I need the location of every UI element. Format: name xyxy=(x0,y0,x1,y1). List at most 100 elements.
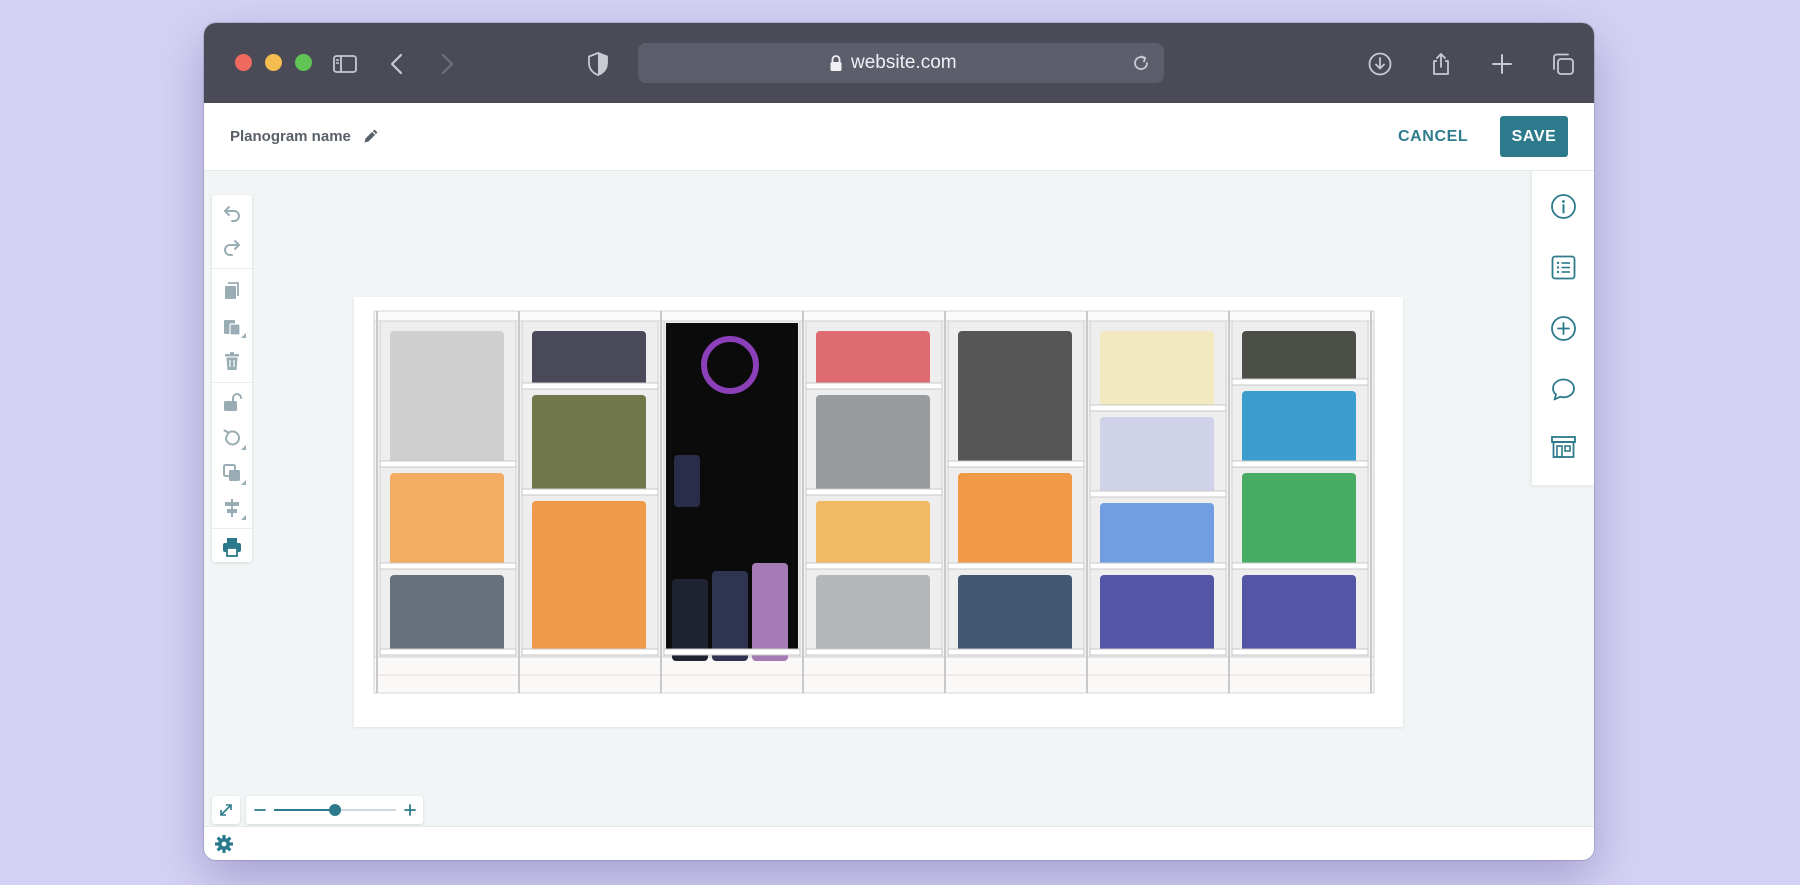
delete-icon[interactable] xyxy=(221,350,243,372)
sidebar-toggle-icon[interactable] xyxy=(332,51,358,77)
info-icon[interactable] xyxy=(1550,193,1577,220)
shelf-board xyxy=(1231,562,1369,570)
list-icon[interactable] xyxy=(1550,254,1577,281)
copy-icon[interactable] xyxy=(221,280,243,302)
rotate-icon[interactable] xyxy=(221,427,246,450)
comment-icon[interactable] xyxy=(1550,376,1577,403)
zoom-slider-track[interactable] xyxy=(274,804,396,816)
undo-icon[interactable] xyxy=(221,202,243,224)
shelf-board xyxy=(379,562,517,570)
planogram-canvas[interactable] xyxy=(354,297,1403,727)
zoom-slider-fill xyxy=(274,809,335,811)
product-group xyxy=(1242,331,1356,383)
shelf-board xyxy=(521,382,659,390)
right-side-panel xyxy=(1532,171,1594,485)
unlock-icon[interactable] xyxy=(221,392,243,414)
shelf-board xyxy=(663,648,801,656)
product-group xyxy=(816,331,930,387)
print-icon[interactable] xyxy=(221,536,243,558)
fixture-header xyxy=(373,310,1375,322)
forward-icon[interactable] xyxy=(433,51,459,77)
close-window-button[interactable] xyxy=(235,54,252,71)
store-icon[interactable] xyxy=(1550,433,1577,460)
shelf-board xyxy=(805,488,943,496)
tab-overview-icon[interactable] xyxy=(1550,51,1576,77)
planogram-drawing[interactable] xyxy=(354,297,1403,727)
product-group xyxy=(390,331,504,465)
redo-icon[interactable] xyxy=(221,236,243,258)
product-group xyxy=(958,331,1072,465)
shelf-board xyxy=(521,648,659,656)
zoom-slider-handle[interactable] xyxy=(329,804,341,816)
gear-icon[interactable] xyxy=(214,834,234,854)
shelf-board xyxy=(947,648,1085,656)
status-bar xyxy=(204,826,1594,860)
expand-icon xyxy=(220,804,232,816)
product-group xyxy=(532,331,646,387)
address-bar[interactable]: website.com xyxy=(638,43,1164,83)
toolbar-divider xyxy=(212,382,252,383)
toolbar-divider xyxy=(212,268,252,269)
share-icon[interactable] xyxy=(1428,51,1454,77)
shelf-board xyxy=(1089,404,1227,412)
shelf-board xyxy=(1231,648,1369,656)
product-group xyxy=(1100,331,1214,409)
edit-toolbar xyxy=(212,195,252,562)
product-group xyxy=(1100,503,1214,567)
product-group xyxy=(1100,575,1214,653)
zoom-out-icon[interactable] xyxy=(252,802,268,818)
save-button[interactable]: SAVE xyxy=(1500,116,1568,157)
shelf-board xyxy=(947,460,1085,468)
add-circle-icon[interactable] xyxy=(1550,315,1577,342)
shelf-board xyxy=(1089,562,1227,570)
url-text: website.com xyxy=(851,52,957,73)
product-group xyxy=(1242,575,1356,653)
browser-toolbar: website.com xyxy=(204,23,1594,103)
reload-icon[interactable] xyxy=(1132,54,1150,72)
product-group xyxy=(1242,473,1356,567)
product-group xyxy=(816,395,930,493)
product-group xyxy=(816,575,930,653)
edit-name-icon[interactable] xyxy=(362,127,380,145)
shelf-board xyxy=(1231,378,1369,386)
product-group xyxy=(958,473,1072,567)
lock-icon xyxy=(829,54,843,72)
shelf-board xyxy=(1231,460,1369,468)
submenu-indicator xyxy=(241,445,246,450)
editor-header: Planogram name CANCEL SAVE xyxy=(204,103,1594,171)
product-group xyxy=(1242,391,1356,465)
new-tab-icon[interactable] xyxy=(1489,51,1515,77)
toolbar-divider xyxy=(212,528,252,529)
product-group xyxy=(390,575,504,653)
shelf-board xyxy=(379,648,517,656)
submenu-indicator xyxy=(241,515,246,520)
download-icon[interactable] xyxy=(1367,51,1393,77)
product-group xyxy=(958,575,1072,653)
zoom-in-icon[interactable] xyxy=(402,802,418,818)
product-group xyxy=(532,395,646,493)
shelf-board xyxy=(521,488,659,496)
submenu-indicator xyxy=(241,480,246,485)
product-group xyxy=(532,501,646,653)
cancel-button[interactable]: CANCEL xyxy=(1398,103,1468,170)
product-group xyxy=(390,473,504,567)
align-icon[interactable] xyxy=(221,497,246,520)
product-group xyxy=(1100,417,1214,495)
shelf-board xyxy=(947,562,1085,570)
minimize-window-button[interactable] xyxy=(265,54,282,71)
back-icon[interactable] xyxy=(385,51,411,77)
maximize-window-button[interactable] xyxy=(295,54,312,71)
submenu-indicator xyxy=(241,333,246,338)
fit-to-screen-button[interactable] xyxy=(212,796,240,824)
poster-phone xyxy=(752,563,788,661)
poster-phone xyxy=(674,455,700,507)
planogram-name: Planogram name xyxy=(230,128,351,145)
poster-phone xyxy=(712,571,748,661)
privacy-shield-icon[interactable] xyxy=(585,51,611,77)
shelf-board xyxy=(379,460,517,468)
shelf-board xyxy=(1089,648,1227,656)
shelf-board xyxy=(805,648,943,656)
shelf-board xyxy=(805,562,943,570)
layers-icon[interactable] xyxy=(221,462,246,485)
paste-icon[interactable] xyxy=(221,315,246,338)
